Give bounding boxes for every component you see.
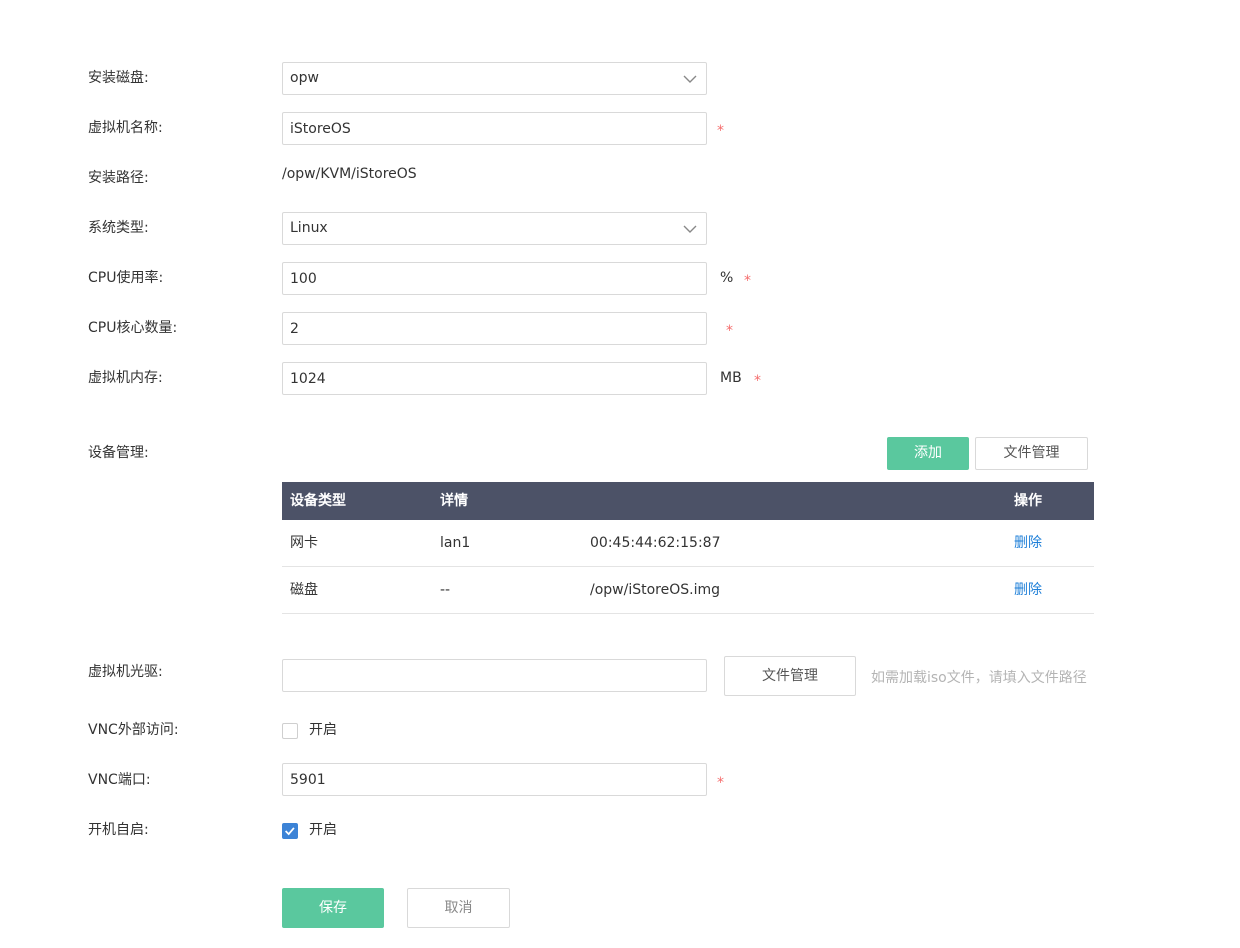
cdrom-file-mgmt-button[interactable]: 文件管理 (724, 656, 856, 696)
cpu-cores-input[interactable] (282, 312, 707, 345)
row-extra: /opw/iStoreOS.img (590, 582, 720, 598)
cdrom-input[interactable] (282, 659, 707, 692)
autostart-label: 开机自启: (88, 822, 149, 838)
row-extra: 00:45:44:62:15:87 (590, 535, 721, 551)
table-row: 磁盘 -- /opw/iStoreOS.img 删除 (282, 567, 1094, 614)
vnc-external-option[interactable]: 开启 (309, 720, 337, 740)
vnc-external-label: VNC外部访问: (88, 722, 179, 738)
os-type-select[interactable]: Linux (282, 212, 707, 245)
vnc-port-required-mark: * (717, 775, 724, 791)
delete-link[interactable]: 删除 (1014, 567, 1042, 613)
add-device-button[interactable]: 添加 (887, 437, 969, 470)
vnc-port-label: VNC端口: (88, 772, 151, 788)
vnc-external-checkbox[interactable] (282, 723, 298, 739)
cancel-button[interactable]: 取消 (407, 888, 510, 928)
row-detail: -- (440, 582, 451, 598)
vm-name-required-mark: * (717, 123, 724, 139)
cpu-usage-label: CPU使用率: (88, 270, 164, 286)
cpu-usage-input[interactable] (282, 262, 707, 295)
vm-memory-required-mark: * (754, 373, 761, 389)
install-path-label: 安装路径: (88, 170, 149, 186)
cpu-cores-required-mark: * (726, 323, 733, 339)
chevron-down-icon (683, 75, 697, 83)
install-path-value: /opw/KVM/iStoreOS (282, 166, 417, 182)
install-disk-select[interactable]: opw (282, 62, 707, 95)
device-file-mgmt-button[interactable]: 文件管理 (975, 437, 1088, 470)
save-button[interactable]: 保存 (282, 888, 384, 928)
autostart-option[interactable]: 开启 (309, 820, 337, 840)
device-table-header: 设备类型 详情 操作 (282, 482, 1094, 520)
row-device-type: 网卡 (290, 535, 318, 551)
vm-name-label: 虚拟机名称: (88, 120, 163, 136)
device-mgmt-label: 设备管理: (88, 445, 149, 461)
row-detail: lan1 (440, 535, 471, 551)
cpu-cores-label: CPU核心数量: (88, 320, 178, 336)
col-action: 操作 (1014, 493, 1042, 509)
col-detail: 详情 (440, 493, 468, 509)
delete-link[interactable]: 删除 (1014, 520, 1042, 566)
checkmark-icon (285, 827, 295, 836)
vm-memory-label: 虚拟机内存: (88, 370, 163, 386)
row-device-type: 磁盘 (290, 582, 318, 598)
os-type-value: Linux (290, 220, 328, 236)
os-type-label: 系统类型: (88, 220, 149, 236)
table-row: 网卡 lan1 00:45:44:62:15:87 删除 (282, 520, 1094, 567)
vm-name-input[interactable] (282, 112, 707, 145)
cdrom-hint: 如需加载iso文件，请填入文件路径 (871, 670, 1087, 686)
cpu-usage-required-mark: * (744, 273, 751, 289)
chevron-down-icon (683, 225, 697, 233)
device-table: 设备类型 详情 操作 网卡 lan1 00:45:44:62:15:87 删除 … (282, 482, 1094, 614)
install-disk-value: opw (290, 70, 319, 86)
vnc-port-input[interactable] (282, 763, 707, 796)
install-disk-label: 安装磁盘: (88, 70, 149, 86)
vm-memory-unit: MB (720, 370, 742, 386)
autostart-checkbox[interactable] (282, 823, 298, 839)
vm-memory-input[interactable] (282, 362, 707, 395)
col-device-type: 设备类型 (290, 493, 346, 509)
cpu-usage-unit: % (720, 270, 734, 286)
cdrom-label: 虚拟机光驱: (88, 664, 163, 680)
